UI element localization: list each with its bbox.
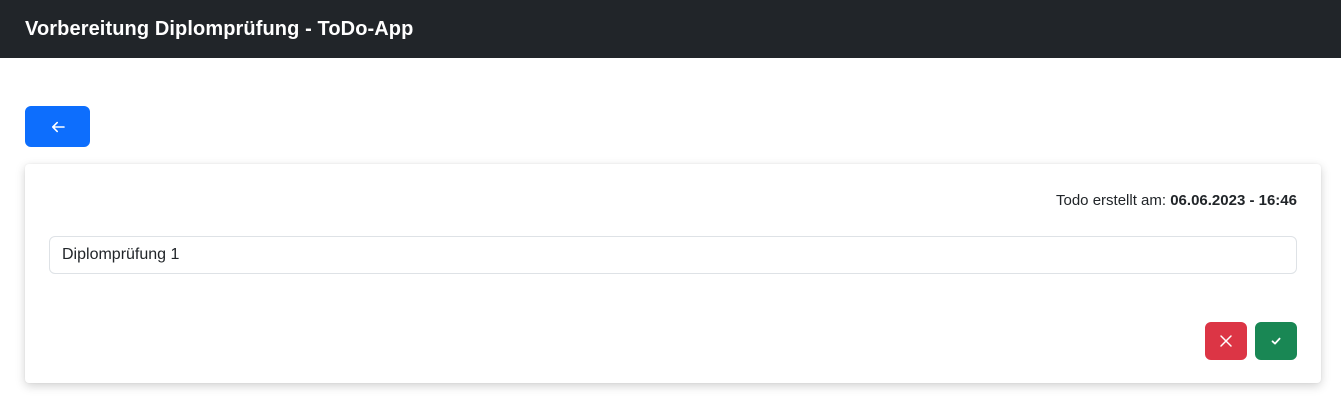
- scrollbar-track[interactable]: [1329, 58, 1341, 408]
- back-button[interactable]: [25, 106, 90, 147]
- created-timestamp: 06.06.2023 - 16:46: [1170, 192, 1297, 209]
- arrow-left-icon: [50, 119, 66, 135]
- todo-card: Todo erstellt am: 06.06.2023 - 16:46: [25, 164, 1321, 383]
- created-label: Todo erstellt am:: [1056, 192, 1167, 209]
- cancel-button[interactable]: [1205, 322, 1247, 360]
- check-icon: [1270, 335, 1282, 347]
- created-info: Todo erstellt am: 06.06.2023 - 16:46: [1056, 192, 1297, 209]
- navbar: Vorbereitung Diplomprüfung - ToDo-App: [0, 0, 1341, 58]
- app-title: Vorbereitung Diplomprüfung - ToDo-App: [25, 17, 414, 40]
- save-button[interactable]: [1255, 322, 1297, 360]
- x-icon: [1218, 333, 1234, 349]
- todo-title-input[interactable]: [49, 236, 1297, 274]
